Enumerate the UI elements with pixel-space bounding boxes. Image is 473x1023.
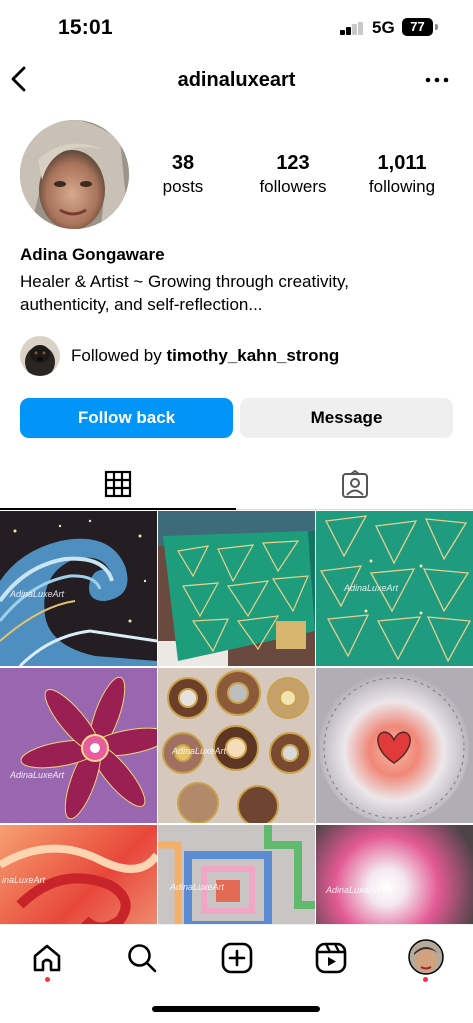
home-icon [33,944,61,972]
following-count: 1,011 [377,152,427,174]
post-watermark: AdinaLuxeArt [170,882,225,892]
stat-following[interactable]: 1,011 following [362,150,442,198]
profile-avatar-icon [408,939,444,975]
cellular-signal-icon [340,22,364,35]
followed-by-text: Followed by timothy_kahn_strong [71,346,339,366]
post-tile[interactable]: AdinaLuxeArt [316,511,473,666]
post-tile[interactable] [158,511,315,666]
post-watermark: AdinaLuxeArt [344,583,399,593]
posts-grid: AdinaLuxeArt AdinaLuxeArt AdinaLuxeArt A… [0,511,473,924]
tagged-person-icon [342,470,368,498]
stat-posts[interactable]: 38 posts [150,150,216,198]
followers-count: 123 [276,152,310,174]
post-tile[interactable] [316,668,473,823]
content-tabs [0,460,473,510]
followers-label: followers [259,177,327,196]
tab-tagged[interactable] [237,460,473,510]
post-watermark: AdinaLuxeArt [10,770,65,780]
followed-by-prefix: Followed by [71,346,167,365]
profile-notification-dot [423,977,428,982]
bio: Healer & Artist ~ Growing through creati… [20,270,460,316]
followed-by-username[interactable]: timothy_kahn_strong [166,346,339,365]
nav-search[interactable] [125,941,159,975]
post-watermark: AdinaLuxeArt [326,885,381,895]
nav-profile[interactable] [408,939,444,975]
profile-header: adinaluxeart [0,54,473,106]
home-notification-dot [45,977,50,982]
tab-posts-grid[interactable] [0,460,236,510]
battery-cap [435,24,438,30]
message-button[interactable]: Message [240,398,453,438]
post-watermark: inaLuxeArt [2,875,46,885]
full-name: Adina Gongaware [20,245,165,264]
more-horizontal-icon[interactable] [422,68,452,92]
post-tile[interactable]: AdinaLuxeArt [158,825,315,924]
following-label: following [368,177,436,196]
battery-icon: 77 [402,18,433,36]
posts-label: posts [162,177,204,196]
bio-line-2: authenticity, and self-reflection... [20,295,263,314]
profile-username: adinaluxeart [177,69,296,91]
nav-create[interactable] [220,941,254,975]
status-bar: 15:01 5G 77 [0,0,473,54]
network-type: 5G [372,18,395,37]
nav-reels[interactable] [314,941,348,975]
post-tile[interactable]: AdinaLuxeArt [0,511,157,666]
create-post-icon [221,942,253,974]
search-icon [128,944,157,973]
followed-by[interactable]: Followed by timothy_kahn_strong [20,336,460,376]
bio-line-1: Healer & Artist ~ Growing through creati… [20,272,349,291]
post-tile[interactable]: AdinaLuxeArt [0,668,157,823]
post-tile[interactable]: inaLuxeArt [0,825,157,924]
grid-icon [104,470,132,498]
mutual-avatar [20,336,60,376]
post-watermark: AdinaLuxeArt [10,589,65,599]
post-tile[interactable]: AdinaLuxeArt [316,825,473,924]
follow-back-button[interactable]: Follow back [20,398,233,438]
post-tile[interactable]: AdinaLuxeArt [158,668,315,823]
reels-icon [315,942,347,974]
profile-avatar[interactable] [20,120,129,229]
status-time: 15:01 [58,16,113,39]
stat-followers[interactable]: 123 followers [250,150,336,198]
home-indicator [152,1006,320,1012]
nav-home[interactable] [30,941,64,975]
post-watermark: AdinaLuxeArt [172,746,227,756]
posts-count: 38 [171,152,195,174]
